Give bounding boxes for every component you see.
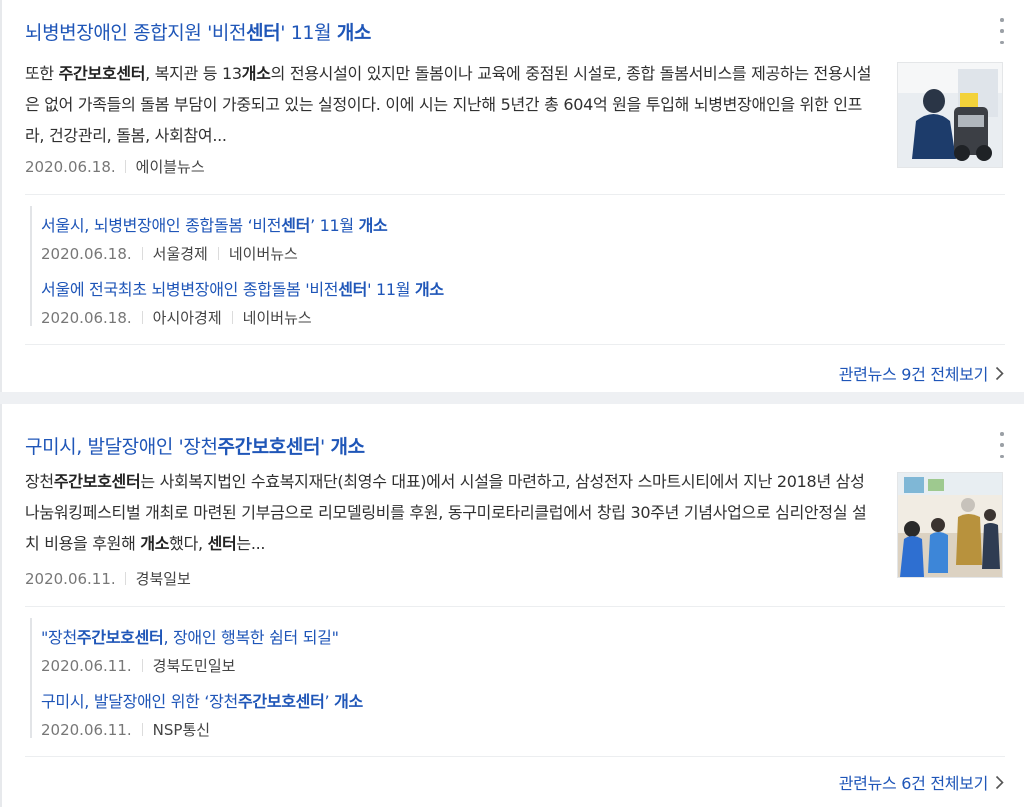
- related-news-meta: 2020.06.11. NSP통신: [41, 719, 363, 740]
- view-all-label: 관련뉴스 9건 전체보기: [838, 365, 989, 384]
- text-segment: 서울에 전국최초 뇌병변장애인 종합돌봄 '비전: [41, 280, 339, 299]
- text-segment: , 복지관 등 13: [145, 64, 242, 83]
- news-thumbnail[interactable]: [897, 62, 1003, 168]
- news-source[interactable]: 에이블뉴스: [136, 156, 205, 177]
- highlight-text: 센터: [207, 534, 237, 553]
- news-title-link[interactable]: 뇌병변장애인 종합지원 '비전센터' 11월 개소: [25, 18, 371, 45]
- related-news-list: 서울시, 뇌병변장애인 종합돌봄 ‘비전센터’ 11월 개소 2020.06.1…: [30, 206, 932, 328]
- related-news-title[interactable]: 서울에 전국최초 뇌병변장애인 종합돌봄 '비전센터' 11월 개소: [41, 280, 444, 299]
- card-edge: [0, 404, 2, 807]
- highlight-text: 개소: [330, 436, 366, 458]
- news-title-link[interactable]: 구미시, 발달장애인 '장천주간보호센터' 개소: [25, 432, 365, 459]
- highlight-text: 주간보호센터: [217, 436, 321, 458]
- news-date: 2020.06.18.: [25, 157, 116, 176]
- chevron-right-icon: [995, 775, 1004, 789]
- related-news-date: 2020.06.11.: [41, 720, 132, 739]
- text-segment: ' 11월: [367, 280, 415, 299]
- view-all-related-link[interactable]: 관련뉴스 9건 전체보기: [839, 361, 1004, 385]
- highlight-text: 주간보호센터: [58, 64, 146, 83]
- highlight-text: 주간보호센터: [53, 472, 141, 491]
- related-news-title[interactable]: "장천주간보호센터, 장애인 행복한 쉼터 되길": [41, 628, 339, 647]
- highlight-text: 개소: [334, 692, 363, 711]
- meta-separator: [217, 247, 219, 260]
- related-news-item: 구미시, 발달장애인 위한 ‘장천주간보호센터’ 개소 2020.06.11. …: [41, 688, 363, 740]
- related-news-date: 2020.06.18.: [41, 308, 132, 327]
- more-options-icon[interactable]: [996, 18, 1008, 44]
- related-news-meta: 2020.06.11. 경북도민일보: [41, 655, 339, 676]
- related-news-item: "장천주간보호센터, 장애인 행복한 쉼터 되길" 2020.06.11. 경북…: [41, 624, 339, 676]
- related-news-source[interactable]: 서울경제: [153, 243, 208, 264]
- news-snippet: 또한 주간보호센터, 복지관 등 13개소의 전용시설이 있지만 돌봄이나 교육…: [25, 58, 875, 151]
- news-card: 뇌병변장애인 종합지원 '비전센터' 11월 개소 또한 주간보호센터, 복지관…: [0, 0, 1024, 392]
- text-segment: ’: [324, 692, 335, 711]
- news-thumbnail[interactable]: [897, 472, 1003, 578]
- highlight-text: 센터: [338, 280, 368, 299]
- highlight-text: 주간보호센터: [237, 692, 325, 711]
- news-snippet: 장천주간보호센터는 사회복지법인 수효복지재단(최영수 대표)에서 시설을 마련…: [25, 466, 875, 559]
- divider: [25, 756, 1005, 757]
- related-news-source[interactable]: 아시아경제: [153, 307, 222, 328]
- text-segment: 서울시, 뇌병변장애인 종합돌봄 ‘비전: [41, 216, 282, 235]
- meta-separator: [141, 247, 143, 260]
- news-date: 2020.06.11.: [25, 569, 116, 588]
- related-news-list: "장천주간보호센터, 장애인 행복한 쉼터 되길" 2020.06.11. 경북…: [30, 618, 932, 740]
- related-news-source[interactable]: 경북도민일보: [153, 655, 236, 676]
- meta-separator: [231, 311, 233, 324]
- text-segment: 장천: [25, 472, 54, 491]
- highlight-text: 센터: [246, 22, 281, 44]
- meta-separator: [124, 572, 126, 585]
- related-news-date: 2020.06.18.: [41, 244, 132, 263]
- text-segment: , 장애인 행복한 쉼터 되길": [163, 628, 339, 647]
- naver-news-link[interactable]: 네이버뉴스: [229, 243, 298, 264]
- related-news-meta: 2020.06.18. 아시아경제 네이버뉴스: [41, 307, 444, 328]
- text-segment: 구미시, 발달장애인 '장천: [25, 436, 218, 458]
- text-segment: 했다,: [169, 534, 208, 553]
- chevron-right-icon: [995, 366, 1004, 380]
- highlight-text: 개소: [140, 534, 170, 553]
- naver-news-link[interactable]: 네이버뉴스: [243, 307, 312, 328]
- related-news-title[interactable]: 서울시, 뇌병변장애인 종합돌봄 ‘비전센터’ 11월 개소: [41, 216, 388, 235]
- text-segment: ': [320, 436, 331, 458]
- view-all-label: 관련뉴스 6건 전체보기: [838, 774, 989, 793]
- text-segment: ' 11월: [280, 22, 337, 44]
- highlight-text: 개소: [336, 22, 372, 44]
- meta-separator: [141, 659, 143, 672]
- meta-separator: [141, 723, 143, 736]
- highlight-text: 주간보호센터: [76, 628, 164, 647]
- news-meta: 2020.06.11. 경북일보: [25, 568, 191, 589]
- related-news-item: 서울시, 뇌병변장애인 종합돌봄 ‘비전센터’ 11월 개소 2020.06.1…: [41, 212, 388, 264]
- news-meta: 2020.06.18. 에이블뉴스: [25, 156, 205, 177]
- view-all-related-link[interactable]: 관련뉴스 6건 전체보기: [839, 770, 1004, 794]
- highlight-text: 개소: [241, 64, 271, 83]
- highlight-text: 개소: [358, 216, 388, 235]
- more-options-icon[interactable]: [996, 432, 1008, 458]
- text-segment: 구미시, 발달장애인 위한 ‘장천: [41, 692, 238, 711]
- divider: [25, 194, 1005, 195]
- text-segment: 또한: [25, 64, 59, 83]
- card-edge: [0, 0, 2, 392]
- news-source[interactable]: 경북일보: [136, 568, 191, 589]
- related-news-date: 2020.06.11.: [41, 656, 132, 675]
- divider: [25, 606, 1005, 607]
- related-news-meta: 2020.06.18. 서울경제 네이버뉴스: [41, 243, 387, 264]
- text-segment: "장천: [41, 628, 77, 647]
- news-card: 구미시, 발달장애인 '장천주간보호센터' 개소 장천주간보호센터는 사회복지법…: [0, 404, 1024, 807]
- meta-separator: [124, 160, 126, 173]
- text-segment: ’ 11월: [310, 216, 359, 235]
- text-segment: 뇌병변장애인 종합지원 '비전: [25, 22, 247, 44]
- meta-separator: [141, 311, 143, 324]
- highlight-text: 개소: [414, 280, 444, 299]
- highlight-text: 센터: [281, 216, 311, 235]
- related-news-title[interactable]: 구미시, 발달장애인 위한 ‘장천주간보호센터’ 개소: [41, 692, 363, 711]
- related-news-item: 서울에 전국최초 뇌병변장애인 종합돌봄 '비전센터' 11월 개소 2020.…: [41, 276, 444, 328]
- text-segment: 는...: [236, 534, 266, 553]
- related-news-source[interactable]: NSP통신: [153, 719, 210, 740]
- divider: [25, 344, 1005, 345]
